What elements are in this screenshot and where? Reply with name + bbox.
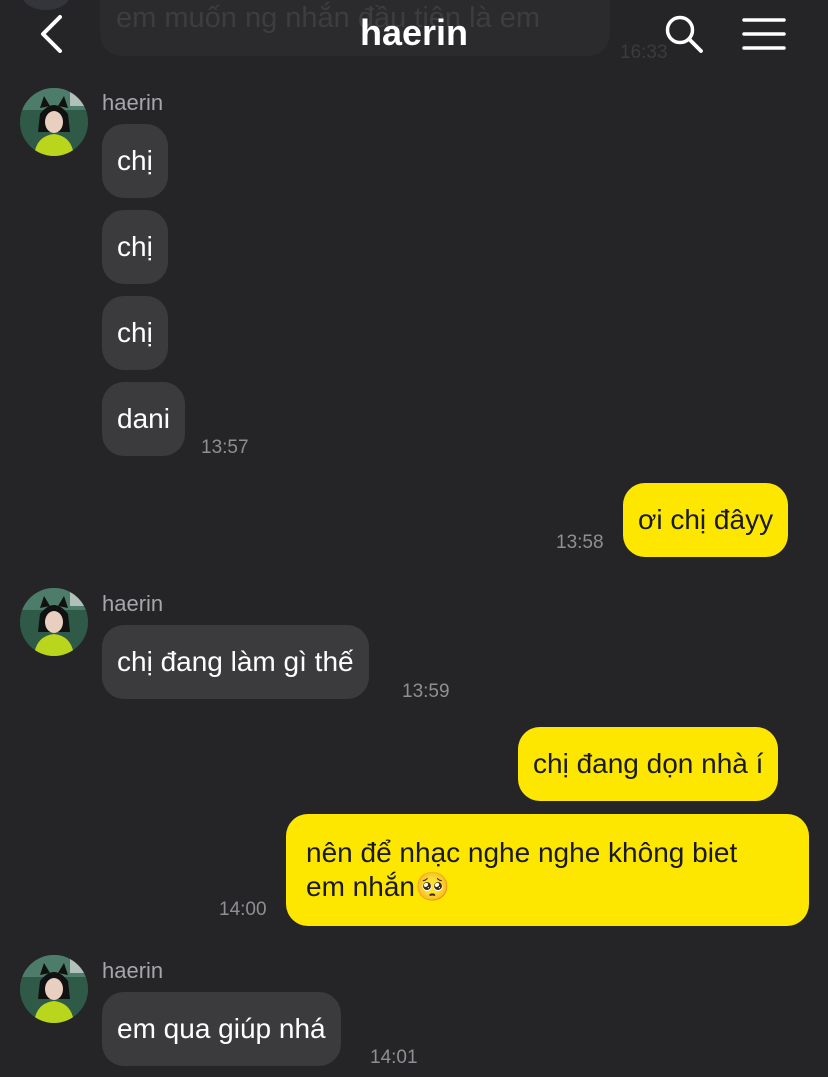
avatar[interactable] bbox=[20, 88, 88, 156]
message-line: nên để nhạc nghe nghe không biet bbox=[306, 837, 738, 868]
message-bubble[interactable]: em qua giúp nhá bbox=[102, 992, 341, 1066]
scrolled-message-text: em muốn ng nhắn đầu tiên là em bbox=[116, 2, 540, 34]
message-time: 13:57 bbox=[201, 437, 249, 458]
profile-photo bbox=[20, 588, 88, 656]
menu-button[interactable] bbox=[742, 16, 786, 52]
message-time: 14:00 bbox=[219, 899, 267, 920]
scrolled-avatar bbox=[22, 0, 70, 10]
message-bubble[interactable]: chị đang dọn nhà í bbox=[518, 727, 779, 801]
message-line: em nhắn🥺 bbox=[306, 871, 450, 902]
message-bubble[interactable]: chị bbox=[102, 210, 168, 284]
message-bubble[interactable]: ơi chị đâyy bbox=[623, 483, 789, 557]
sender-name: haerin bbox=[102, 591, 164, 616]
profile-photo bbox=[20, 88, 88, 156]
message-time: 13:58 bbox=[556, 532, 604, 553]
hamburger-menu-icon bbox=[742, 18, 786, 50]
message-time: 14:01 bbox=[370, 1047, 418, 1068]
chevron-left-icon bbox=[41, 15, 62, 53]
chat-header: em muốn ng nhắn đầu tiên là em 16:33 hae… bbox=[0, 0, 828, 68]
search-icon bbox=[665, 15, 703, 53]
message-bubble[interactable]: chị bbox=[102, 124, 168, 198]
avatar[interactable] bbox=[20, 588, 88, 656]
scrolled-message-time: 16:33 bbox=[620, 42, 668, 63]
scrolled-message-bubble: em muốn ng nhắn đầu tiên là em bbox=[100, 0, 610, 56]
sender-name: haerin bbox=[102, 90, 164, 115]
message-bubble[interactable]: chị đang làm gì thế bbox=[102, 625, 369, 699]
message-bubble[interactable]: dani bbox=[102, 382, 185, 456]
sender-name: haerin bbox=[102, 958, 164, 983]
message-bubble-multiline[interactable]: nên để nhạc nghe nghe không biet em nhắn… bbox=[286, 814, 809, 926]
chat-title: haerin bbox=[359, 12, 469, 53]
profile-photo bbox=[20, 955, 88, 1023]
avatar[interactable] bbox=[20, 955, 88, 1023]
back-button[interactable] bbox=[36, 14, 72, 54]
message-time: 13:59 bbox=[402, 681, 450, 702]
message-bubble[interactable]: chị bbox=[102, 296, 168, 370]
search-button[interactable] bbox=[664, 14, 704, 54]
